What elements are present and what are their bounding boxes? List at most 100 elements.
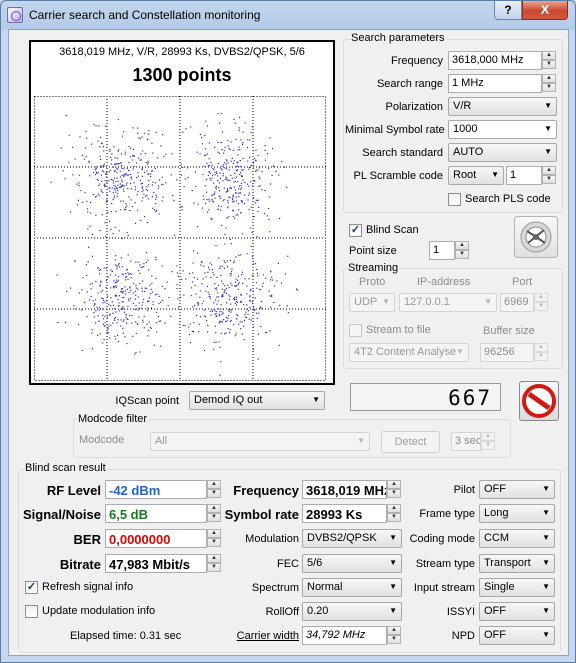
iq-point xyxy=(136,162,138,164)
symbol-rate-spinner[interactable]: ▲ ▼ xyxy=(387,504,402,523)
file-select[interactable]: 4T2 Content Analyse ▼ xyxy=(349,343,469,362)
iq-point xyxy=(224,262,226,264)
iq-point xyxy=(90,143,93,145)
pl-code-input[interactable]: 1 xyxy=(506,166,542,185)
iq-point xyxy=(126,182,128,184)
modcode-label: Modcode xyxy=(79,434,125,446)
detect-button[interactable]: Detect xyxy=(381,431,440,453)
rolloff-select[interactable]: 0.20 ▼ xyxy=(302,602,402,621)
iq-point xyxy=(132,127,134,129)
iq-point xyxy=(104,125,106,127)
iq-point xyxy=(224,167,226,169)
search-range-input[interactable]: 1 MHz xyxy=(448,74,542,93)
modcode-select[interactable]: All ▼ xyxy=(150,432,370,451)
iq-point xyxy=(145,252,148,254)
iq-point xyxy=(158,213,160,215)
iq-point xyxy=(223,199,225,201)
ip-address-select[interactable]: 127.0.0.1 ▼ xyxy=(399,293,497,312)
frame-type-select[interactable]: Long ▼ xyxy=(479,504,555,523)
port-input[interactable]: 6969 xyxy=(500,293,534,312)
point-size-spinner[interactable]: ▲ ▼ xyxy=(455,241,470,260)
iq-point xyxy=(218,313,220,315)
iq-point xyxy=(195,315,197,317)
npd-select[interactable]: OFF ▼ xyxy=(479,626,555,645)
iq-point xyxy=(184,325,186,327)
iq-point xyxy=(240,212,242,214)
update-modulation-checkbox[interactable] xyxy=(25,605,38,618)
iq-point xyxy=(136,323,139,325)
iq-point xyxy=(226,266,229,268)
iq-point xyxy=(210,161,212,163)
iq-point xyxy=(68,134,70,136)
iq-point xyxy=(217,151,219,153)
iq-point xyxy=(197,303,200,305)
buffer-size-spinner[interactable]: ▲ ▼ xyxy=(534,343,549,362)
points-count-label: 1300 points xyxy=(132,65,232,85)
iq-point xyxy=(235,189,237,191)
min-symbol-rate-select[interactable]: 1000 ▼ xyxy=(448,120,557,139)
iq-point xyxy=(129,209,131,212)
iqscan-point-select[interactable]: Demod IQ out ▼ xyxy=(189,391,325,410)
iq-point xyxy=(189,273,191,275)
satellite-logo-button[interactable] xyxy=(514,216,558,258)
iq-point xyxy=(234,285,236,287)
search-pls-checkbox[interactable] xyxy=(448,193,461,206)
iq-point xyxy=(259,288,261,291)
iq-point xyxy=(197,304,199,306)
iq-point xyxy=(212,309,214,311)
stop-button[interactable] xyxy=(519,381,559,421)
spectrum-select[interactable]: Normal ▼ xyxy=(302,578,402,597)
stream-to-file-checkbox[interactable] xyxy=(349,324,362,337)
iq-point xyxy=(123,131,125,133)
modulation-select[interactable]: DVBS2/QPSK ▼ xyxy=(302,529,402,548)
iq-point xyxy=(222,200,224,202)
iq-point xyxy=(252,263,254,265)
fec-select[interactable]: 5/6 ▼ xyxy=(302,554,402,573)
iq-point xyxy=(147,198,149,200)
coding-mode-select[interactable]: CCM ▼ xyxy=(479,529,555,548)
pilot-select[interactable]: OFF ▼ xyxy=(479,480,555,499)
iq-point xyxy=(227,328,229,330)
detect-time-input[interactable]: 3 sec xyxy=(451,432,481,451)
iq-point xyxy=(88,246,90,248)
search-standard-select[interactable]: AUTO ▼ xyxy=(448,143,557,162)
iq-point xyxy=(207,325,209,327)
constellation-header: 3618,019 MHz, V/R, 28993 Ks, DVBS2/QPSK,… xyxy=(59,46,305,58)
proto-select[interactable]: UDP ▼ xyxy=(349,293,395,312)
iq-point xyxy=(202,195,204,197)
iq-point xyxy=(194,284,196,286)
frequency-input[interactable]: 3618,000 MHz xyxy=(448,51,542,70)
pl-mode-select[interactable]: Root ▼ xyxy=(448,166,504,185)
help-button[interactable]: ? xyxy=(494,1,522,20)
iq-point xyxy=(112,233,114,235)
iq-point xyxy=(86,274,88,276)
iq-point xyxy=(242,157,244,160)
polarization-select[interactable]: V/R ▼ xyxy=(448,97,557,116)
port-spinner[interactable]: ▲ ▼ xyxy=(534,293,549,312)
input-stream-select[interactable]: Single ▼ xyxy=(479,578,555,597)
buffer-size-input[interactable]: 96256 xyxy=(480,343,534,362)
point-size-input[interactable]: 1 xyxy=(429,241,455,260)
iq-point xyxy=(271,147,274,150)
pl-code-spinner[interactable]: ▲ ▼ xyxy=(542,166,557,185)
refresh-signal-checkbox[interactable]: ✓ xyxy=(25,581,38,594)
result-frequency-spinner[interactable]: ▲ ▼ xyxy=(387,480,402,499)
iq-point xyxy=(235,298,237,300)
close-button[interactable]: X xyxy=(522,1,568,20)
stream-type-select[interactable]: Transport ▼ xyxy=(479,554,555,573)
carrier-width-spinner[interactable]: ▲ ▼ xyxy=(387,626,402,645)
iq-point xyxy=(250,132,252,134)
search-range-spinner[interactable]: ▲ ▼ xyxy=(542,74,557,93)
npd-value: OFF xyxy=(484,629,506,641)
frequency-spinner[interactable]: ▲ ▼ xyxy=(542,51,557,70)
iq-point xyxy=(126,268,128,271)
carrier-width-link[interactable]: Carrier width xyxy=(209,630,299,642)
issyi-select[interactable]: OFF ▼ xyxy=(479,602,555,621)
blind-scan-checkbox[interactable]: ✓ xyxy=(349,224,362,237)
iq-point xyxy=(214,310,216,312)
iq-point xyxy=(123,174,125,177)
detect-time-spinner[interactable]: ▲ ▼ xyxy=(481,432,496,451)
iq-point xyxy=(233,149,235,151)
iq-point xyxy=(217,113,219,115)
iq-point xyxy=(93,123,95,126)
